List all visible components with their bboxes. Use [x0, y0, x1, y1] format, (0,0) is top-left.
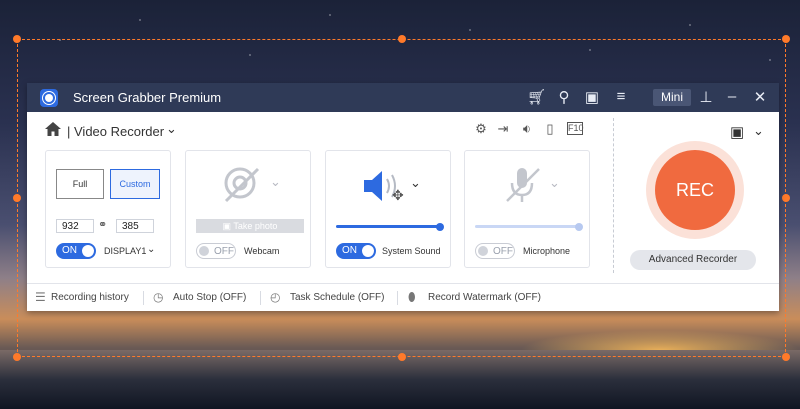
chevron-down-icon[interactable]: ⌄: [549, 175, 560, 191]
task-schedule-link[interactable]: Task Schedule (OFF): [290, 292, 384, 303]
rec-button[interactable]: REC: [655, 150, 735, 230]
microphone-slider-knob[interactable]: [575, 222, 583, 231]
chevron-down-icon[interactable]: ⌄: [753, 123, 764, 139]
display-toggle[interactable]: ON: [56, 243, 96, 259]
minimize-icon[interactable]: –: [723, 88, 741, 105]
webcam-toggle[interactable]: OFF: [196, 243, 236, 259]
footer-divider: [260, 291, 261, 305]
resize-handle-bottom-left[interactable]: [13, 353, 21, 361]
list-icon: ☰: [35, 290, 46, 304]
close-icon[interactable]: ✕: [751, 88, 769, 106]
footer-divider: [143, 291, 144, 305]
resize-handle-bottom-right[interactable]: [782, 353, 790, 361]
hotkey-icon[interactable]: F10: [567, 122, 584, 135]
system-sound-toggle[interactable]: ON: [336, 243, 376, 259]
home-icon[interactable]: [45, 122, 61, 136]
full-screen-button[interactable]: Full: [56, 169, 104, 199]
key-icon[interactable]: ⚲: [555, 88, 573, 106]
window-title: Screen Grabber Premium: [73, 90, 222, 105]
pin-icon[interactable]: ⊥: [697, 88, 715, 106]
microphone-toggle[interactable]: OFF: [475, 243, 515, 259]
microphone-icon[interactable]: [503, 165, 543, 205]
system-sound-card: ⌄ ✥ ON System Sound: [325, 150, 451, 268]
title-bar: Screen Grabber Premium 🛒︎ ⚲ ▣ ≡ Mini ⊥ –…: [27, 83, 779, 112]
cart-icon[interactable]: 🛒︎: [527, 88, 546, 106]
system-sound-label: System Sound: [382, 246, 441, 256]
microphone-label: Microphone: [523, 246, 571, 256]
custom-area-button[interactable]: Custom: [110, 169, 160, 199]
chevron-down-icon[interactable]: ⌄: [147, 244, 155, 255]
microphone-card: ⌄ OFF Microphone: [464, 150, 590, 268]
footer-divider: [397, 291, 398, 305]
mouse-icon[interactable]: ▯: [542, 121, 558, 137]
resize-handle-top[interactable]: [398, 35, 406, 43]
app-logo-icon: [40, 89, 58, 107]
clock-icon: ◷: [153, 290, 164, 304]
record-watermark-link[interactable]: Record Watermark (OFF): [428, 292, 541, 303]
resize-handle-top-right[interactable]: [782, 35, 790, 43]
take-photo-label: Take photo: [233, 221, 278, 231]
move-cursor-icon: ✥: [392, 187, 404, 203]
webcam-card: ⌄ ▣ Take photo OFF Webcam: [185, 150, 311, 268]
resize-handle-top-left[interactable]: [13, 35, 21, 43]
auto-stop-link[interactable]: Auto Stop (OFF): [173, 292, 246, 303]
recording-history-link[interactable]: Recording history: [51, 292, 129, 303]
feedback-icon[interactable]: ▣: [583, 88, 601, 106]
height-field[interactable]: 385: [116, 219, 154, 233]
width-field[interactable]: 932: [56, 219, 94, 233]
system-sound-slider-knob[interactable]: [436, 222, 444, 231]
alarm-icon: ◴: [270, 290, 281, 304]
recorder-mode-label[interactable]: | Video Recorder: [67, 124, 164, 139]
resize-handle-bottom[interactable]: [398, 353, 406, 361]
camera-icon: ▣: [222, 221, 232, 231]
chevron-down-icon[interactable]: ⌄: [410, 175, 421, 191]
screenshot-camera-icon[interactable]: ▣: [730, 123, 744, 141]
settings-icon[interactable]: ⚙: [473, 121, 489, 137]
mini-button[interactable]: Mini: [653, 89, 691, 106]
app-window: Screen Grabber Premium 🛒︎ ⚲ ▣ ≡ Mini ⊥ –…: [27, 83, 779, 311]
link-icon[interactable]: ⚭: [98, 218, 107, 231]
resize-handle-left[interactable]: [13, 194, 21, 202]
menu-icon[interactable]: ≡: [612, 88, 630, 105]
webcam-icon[interactable]: [222, 165, 264, 205]
take-photo-button: ▣ Take photo: [196, 219, 304, 233]
advanced-recorder-button[interactable]: Advanced Recorder: [630, 250, 756, 270]
display-card: Full Custom 932 ⚭ 385 ON DISPLAY1 ⌄: [45, 150, 171, 268]
export-icon[interactable]: ⇥: [495, 121, 511, 137]
system-sound-slider[interactable]: [336, 225, 440, 228]
recorder-toolbar: | Video Recorder ⌄ ⚙ ⇥ 🔉︎ ▯ F10: [27, 112, 612, 146]
chevron-down-icon[interactable]: ⌄: [270, 174, 281, 190]
resize-handle-right[interactable]: [782, 194, 790, 202]
chevron-down-icon[interactable]: ⌄: [166, 121, 177, 137]
watermark-icon: ⬮: [408, 290, 416, 304]
microphone-slider[interactable]: [475, 225, 579, 228]
webcam-label: Webcam: [244, 246, 280, 256]
panel-divider: [613, 118, 614, 273]
display-select[interactable]: DISPLAY1: [104, 246, 146, 256]
speaker-icon[interactable]: 🔉︎: [519, 121, 535, 137]
footer-bar: ☰ Recording history ◷ Auto Stop (OFF) ◴ …: [27, 283, 779, 312]
